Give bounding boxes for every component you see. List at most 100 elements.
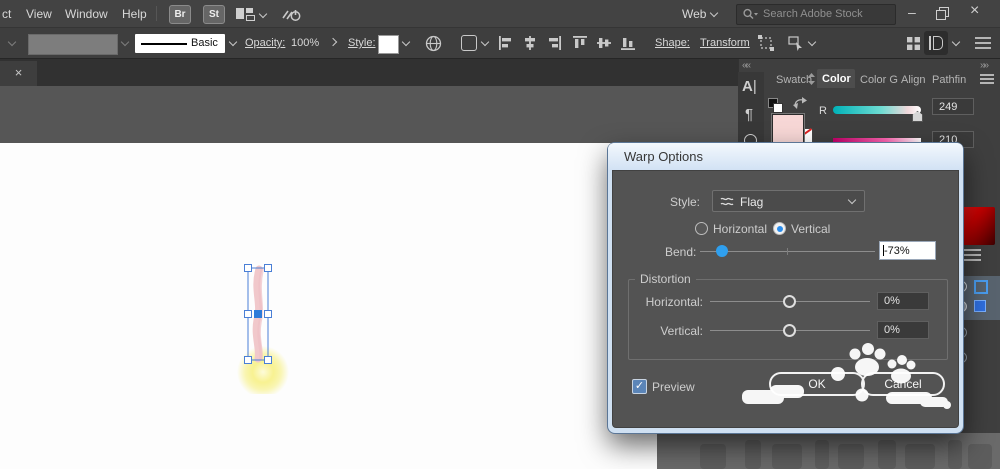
document-tab-strip — [0, 59, 738, 86]
distortion-vertical-label: Vertical: — [640, 324, 703, 338]
opacity-expand-chevron-icon[interactable] — [329, 38, 337, 46]
menu-item-help[interactable]: Help — [122, 7, 147, 21]
stroke-style-label: Basic — [191, 37, 218, 50]
appearance-row2-swatch[interactable] — [974, 300, 986, 312]
menu-bar: ct View Window Help Br St Web Search Ado — [0, 0, 1000, 28]
distortion-vertical-handle[interactable] — [783, 324, 796, 337]
application-grid-icon[interactable] — [906, 36, 921, 51]
document-tab-close[interactable]: × — [0, 61, 37, 86]
distortion-vertical-value[interactable]: 0% — [877, 321, 929, 339]
align-right-icon[interactable] — [546, 35, 562, 51]
radio-vertical-label[interactable]: Vertical — [791, 222, 830, 236]
document-profile-chevron-icon[interactable] — [710, 9, 718, 17]
ok-button[interactable]: OK — [769, 372, 865, 396]
warp-options-dialog: Warp Options Style: Flag Horizontal Vert… — [608, 143, 963, 433]
bend-slider-center-tick — [787, 248, 788, 255]
paragraph-panel-icon[interactable]: ¶ — [745, 106, 753, 123]
graphic-style-chevron-icon[interactable] — [402, 38, 410, 46]
opacity-value[interactable]: 100% — [291, 37, 319, 50]
panel-flyout-menu-icon[interactable] — [963, 249, 981, 261]
radio-horizontal-label[interactable]: Horizontal — [713, 222, 767, 236]
control-bar: Basic Opacity: 100% Style: — [0, 28, 1000, 59]
workspace-chevron-icon[interactable] — [952, 38, 960, 46]
stock-search-input[interactable]: Search Adobe Stock — [736, 4, 896, 25]
fill-chevron-icon[interactable] — [8, 38, 16, 46]
align-left-icon[interactable] — [498, 35, 514, 51]
preview-checkbox[interactable]: ✓ — [632, 379, 647, 394]
graphic-style-label[interactable]: Style: — [348, 37, 376, 50]
stroke-color-chevron-icon[interactable] — [121, 38, 129, 46]
menu-item-partial[interactable]: ct — [2, 7, 11, 21]
stroke-preview-line — [141, 43, 187, 45]
warp-style-label: Style: — [670, 195, 700, 209]
dialog-title-bar[interactable]: Warp Options — [608, 143, 963, 170]
tab-color[interactable]: Color — [822, 73, 851, 85]
channel-r-label: R — [819, 105, 827, 118]
stroke-style-widget[interactable]: Basic — [135, 34, 225, 53]
control-bar-menu-icon[interactable] — [975, 37, 991, 49]
appearance-row-swatch-outline[interactable] — [974, 280, 988, 294]
selected-artwork[interactable] — [228, 252, 300, 394]
warp-style-dropdown[interactable]: Flag — [712, 190, 865, 212]
r-value-field[interactable]: 249 — [932, 98, 974, 115]
graphic-style-swatch[interactable] — [378, 35, 399, 54]
transform-label[interactable]: Transform — [700, 37, 750, 50]
tab-pathfinder[interactable]: Pathfin — [932, 74, 966, 86]
tab-scroll-icon[interactable] — [807, 73, 816, 85]
close-button[interactable]: × — [970, 4, 979, 18]
cancel-button[interactable]: Cancel — [861, 372, 945, 396]
gpu-performance-icon[interactable] — [281, 6, 303, 22]
opacity-label[interactable]: Opacity: — [245, 37, 285, 50]
distortion-horizontal-label: Horizontal: — [640, 295, 703, 309]
watermark-band — [657, 433, 1000, 469]
document-profile-label[interactable]: Web — [682, 7, 706, 21]
collapse-panels-right-icon[interactable]: »» — [980, 60, 987, 71]
bend-value-field[interactable]: -73% — [879, 241, 936, 260]
publish-globe-icon[interactable] — [425, 35, 442, 52]
align-bottom-icon[interactable] — [620, 35, 636, 51]
workspace-switcher-button[interactable] — [924, 31, 948, 55]
flag-style-icon — [720, 196, 735, 208]
stroke-style-chevron-icon[interactable] — [229, 38, 237, 46]
collapse-panels-left-icon[interactable]: «« — [742, 60, 749, 71]
align-center-horizontal-icon[interactable] — [522, 35, 538, 51]
isolate-selection-chevron-icon[interactable] — [808, 38, 816, 46]
stock-app-icon[interactable]: St — [203, 5, 225, 24]
bridge-app-icon[interactable]: Br — [169, 5, 191, 24]
panel-menu-icon[interactable] — [980, 74, 994, 84]
warp-style-chevron-icon — [848, 196, 856, 204]
tab-align[interactable]: Align — [901, 74, 925, 86]
bend-value: -73% — [884, 245, 910, 257]
menubar-divider — [156, 6, 157, 21]
bend-slider-handle[interactable] — [716, 245, 728, 257]
distortion-horizontal-value[interactable]: 0% — [877, 292, 929, 310]
distortion-horizontal-handle[interactable] — [783, 295, 796, 308]
shape-label[interactable]: Shape: — [655, 37, 690, 50]
swap-fill-stroke-icon[interactable] — [793, 97, 808, 110]
fill-swatch[interactable] — [772, 114, 804, 144]
illustrator-window: ct View Window Help Br St Web Search Ado — [0, 0, 1000, 469]
menu-item-window[interactable]: Window — [65, 7, 108, 21]
minimize-button[interactable]: – — [908, 5, 916, 19]
pasteboard — [0, 86, 738, 143]
radio-selected-dot — [777, 226, 783, 232]
document-setup-chevron-icon[interactable] — [481, 38, 489, 46]
menu-item-view[interactable]: View — [26, 7, 52, 21]
r-channel-slider[interactable] — [833, 106, 921, 114]
warp-style-value: Flag — [740, 195, 763, 209]
preview-label[interactable]: Preview — [652, 380, 695, 394]
align-center-vertical-icon[interactable] — [596, 35, 612, 51]
search-icon — [742, 8, 758, 21]
bend-label: Bend: — [665, 245, 696, 259]
character-panel-icon[interactable]: A| — [742, 78, 757, 95]
document-setup-icon[interactable] — [461, 35, 477, 51]
distortion-title: Distortion — [635, 272, 696, 286]
radio-vertical[interactable] — [773, 222, 786, 235]
isolate-selection-icon[interactable] — [787, 34, 805, 52]
tab-color-guide[interactable]: Color G — [860, 74, 898, 86]
free-transform-icon[interactable] — [757, 34, 775, 52]
fill-color-well[interactable] — [28, 34, 118, 55]
arrange-documents-chevron-icon[interactable] — [259, 10, 267, 18]
align-top-icon[interactable] — [572, 35, 588, 51]
radio-horizontal[interactable] — [695, 222, 708, 235]
